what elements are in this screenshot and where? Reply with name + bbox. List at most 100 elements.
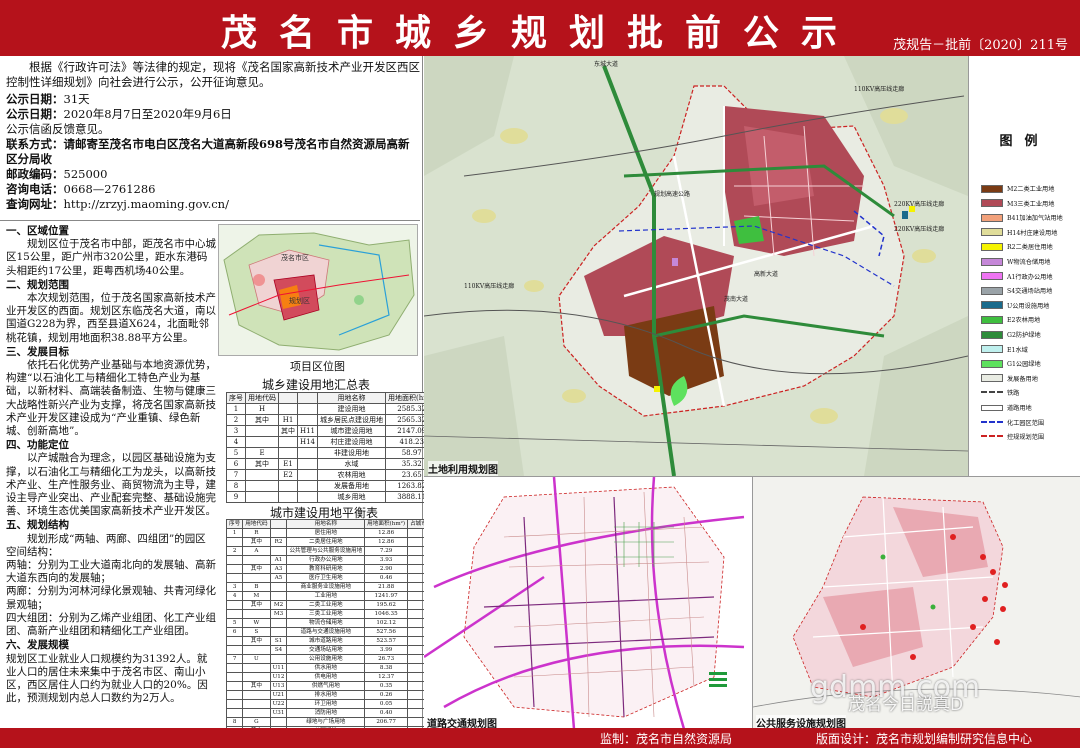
- table-cell: [278, 403, 298, 415]
- table-cell: [245, 469, 279, 481]
- table-cell: 三类工业用地: [286, 609, 366, 619]
- table-cell: 523.57: [364, 636, 409, 646]
- map-label-2: 110KV高压线走廊: [854, 85, 904, 93]
- table-cell: M2: [269, 600, 288, 610]
- loc-label-city: 茂名市区: [281, 253, 309, 262]
- table-cell: [296, 469, 319, 481]
- table-cell: 206.77: [364, 717, 409, 727]
- table-cell: 3: [225, 582, 244, 592]
- legend-swatch: [981, 257, 1003, 266]
- legend-swatch: [981, 272, 1003, 281]
- table-cell: 0.05: [364, 699, 409, 709]
- table-cell: 发展备用地: [317, 480, 387, 492]
- table-cell: [225, 663, 244, 673]
- table-cell: U31: [269, 708, 288, 718]
- table-cell: 8.38: [364, 663, 409, 673]
- table-cell: [245, 480, 279, 492]
- intro-block: 根据《行政许可法》等法律的规定，现将《茂名国家高新技术产业开发区西区控制性详细规…: [6, 60, 420, 212]
- table-cell: [269, 627, 288, 637]
- table-cell: [242, 663, 271, 673]
- legend-swatch: [981, 184, 1003, 193]
- table-cell: 195.62: [364, 600, 409, 610]
- table-cell: 绿地与广场用地: [286, 717, 366, 727]
- table-cell: [269, 717, 288, 727]
- map-label-6: 高新大道: [754, 270, 778, 278]
- table-cell: 其中: [242, 564, 271, 574]
- table-cell: B: [242, 582, 271, 592]
- table-cell: 环卫用地: [286, 699, 366, 709]
- table-cell: 其中: [245, 458, 279, 470]
- table-cell: [242, 708, 271, 718]
- table-cell: U: [242, 654, 271, 664]
- table-cell: H: [245, 403, 279, 415]
- table-cell: 9: [226, 491, 246, 503]
- table-cell: U11: [269, 663, 288, 673]
- land-use-map-caption: 土地利用规划图: [428, 461, 498, 476]
- land-use-map-drawing: 东城大道 110KV高压线走廊 220KV高压线走廊 110KV高压线走廊 规划…: [424, 56, 968, 476]
- legend-label: E1水域: [1007, 346, 1028, 354]
- table-cell: 0.26: [364, 690, 409, 700]
- table-cell: [278, 491, 298, 503]
- table-cell: 7: [226, 469, 246, 481]
- table-cell: M: [242, 591, 271, 601]
- legend-item: 化工园区范围: [981, 418, 1044, 427]
- land-use-map: 东城大道 110KV高压线走廊 220KV高压线走廊 110KV高压线走廊 规划…: [424, 56, 968, 476]
- legend-swatch: [981, 315, 1003, 324]
- table-cell: 8: [226, 480, 246, 492]
- table-cell: 道路与交通设施用地: [286, 627, 366, 637]
- legend-swatch: [981, 228, 1003, 237]
- table-cell: S: [242, 627, 271, 637]
- section-text: 依托石化优势产业基础与本地资源优势，构建“以石油化工与精细化工特色产业为基础，以…: [6, 359, 216, 438]
- contact-label: 联系方式：: [6, 137, 64, 151]
- section-text: 四大组团：分别为乙烯产业组团、化工产业组团、高新产业组团和精细化工产业组团。: [6, 611, 216, 638]
- table-cell: [269, 582, 288, 592]
- table-header-cell: 用地面积(hm²): [364, 519, 409, 529]
- pub-map-caption: 公共服务设施规划图: [756, 715, 846, 728]
- table-cell: 527.56: [364, 627, 409, 637]
- footer-banner: 监制：茂名市自然资源局 版面设计：茂名市规划编制研究信息中心: [0, 728, 1080, 748]
- table-cell: 其中: [242, 537, 271, 547]
- section-heading: 一、区域位置: [6, 225, 69, 237]
- feedback-line: 公示信函反馈意见。: [6, 122, 110, 136]
- legend-label: 化工园区范围: [1007, 419, 1045, 427]
- legend-item: 发展备用地: [981, 374, 1038, 383]
- web-link[interactable]: http://zrzyj.maoming.gov.cn/: [64, 197, 229, 211]
- table-cell: 城市建设用地: [317, 425, 387, 437]
- table-cell: 3.93: [364, 555, 409, 565]
- table-cell: [242, 699, 271, 709]
- legend-swatch: [981, 404, 1003, 411]
- section-heading: 三、发展目标: [6, 345, 69, 358]
- table-cell: G: [242, 717, 271, 727]
- legend-swatch: [981, 199, 1003, 208]
- table-cell: A: [242, 546, 271, 556]
- intro-paragraph: 根据《行政许可法》等法律的规定，现将《茂名国家高新技术产业开发区西区控制性详细规…: [6, 60, 420, 89]
- table-cell: 5: [225, 618, 244, 628]
- legend-item: 控规规划范围: [981, 432, 1044, 441]
- legend-item: E1水域: [981, 345, 1028, 354]
- map-label-7: 茂南大道: [724, 295, 748, 303]
- table-cell: 其中: [242, 681, 271, 691]
- section-heading: 六、发展规模: [6, 639, 69, 652]
- document-number: 茂规告－批前〔2020〕211号: [893, 38, 1068, 53]
- table-cell: [242, 690, 271, 700]
- table-cell: [225, 537, 244, 547]
- legend-label: U公用设施用地: [1007, 302, 1050, 310]
- table-cell: 公用设施用地: [286, 654, 366, 664]
- table-cell: 2: [225, 546, 244, 556]
- table-cell: S1: [269, 636, 288, 646]
- period-value: 31天: [63, 92, 90, 106]
- zip-value: 525000: [63, 167, 108, 181]
- legend-swatch: [981, 420, 1003, 424]
- table-cell: 医疗卫生用地: [286, 573, 366, 583]
- table-cell: A3: [269, 564, 288, 574]
- legend-swatch: [981, 213, 1003, 222]
- table-cell: 农林用地: [317, 469, 387, 481]
- legend-label: 铁路: [1007, 390, 1020, 398]
- table-cell: 7: [225, 654, 244, 664]
- table-cell: [296, 403, 319, 415]
- table-cell: 非建设用地: [317, 447, 387, 459]
- section-text: 规划区工业就业人口规模约为31392人。就业人口的居住未来集中于茂名市区、南山小…: [6, 652, 208, 705]
- legend-label: H14村庄建设用地: [1007, 229, 1058, 237]
- table-cell: 12.37: [364, 672, 409, 682]
- table-cell: [242, 645, 271, 655]
